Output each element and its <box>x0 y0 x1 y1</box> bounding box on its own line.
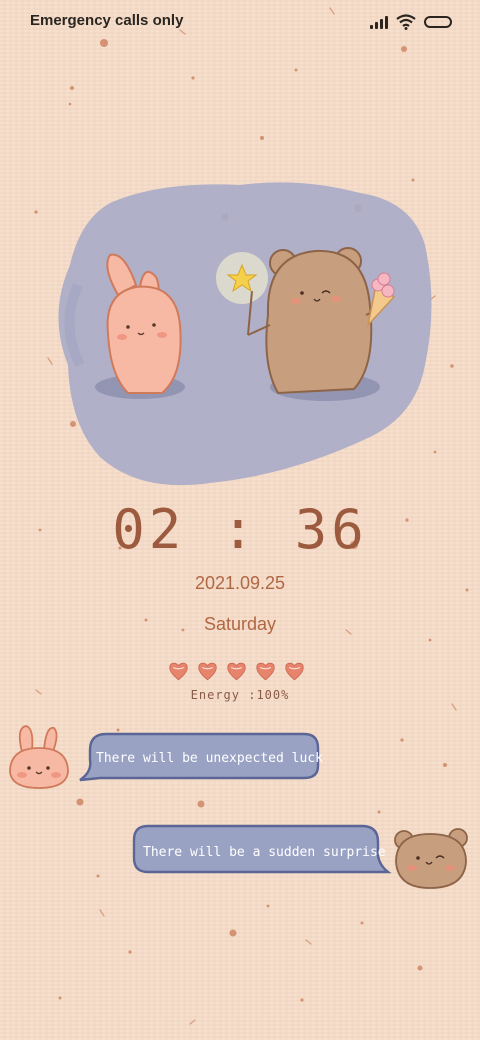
message-text-left: There will be unexpected luck <box>96 751 323 766</box>
bear-avatar <box>394 828 468 889</box>
heart-icon <box>285 662 304 681</box>
clock-day: Saturday <box>203 614 277 634</box>
bunny-avatar <box>9 725 69 789</box>
bunny-bear-illustration <box>58 182 432 486</box>
carrier-text: Emergency calls only <box>30 12 184 29</box>
heart-icon <box>227 662 246 681</box>
battery-icon <box>424 16 452 28</box>
wifi-icon <box>396 14 416 30</box>
energy-label: Energy :100% <box>190 688 290 702</box>
heart-icon <box>198 662 217 681</box>
heart-icon <box>256 662 275 681</box>
clock-date: 2021.09.25 <box>194 573 286 593</box>
heart-icon <box>169 662 188 681</box>
signal-icon <box>370 15 388 29</box>
status-icons <box>370 13 452 31</box>
clock-time: 02 : 36 <box>112 498 368 561</box>
message-text-right: There will be a sudden surprise <box>143 845 386 860</box>
status-bar: Emergency calls only <box>0 0 480 44</box>
energy-hearts <box>168 661 313 683</box>
